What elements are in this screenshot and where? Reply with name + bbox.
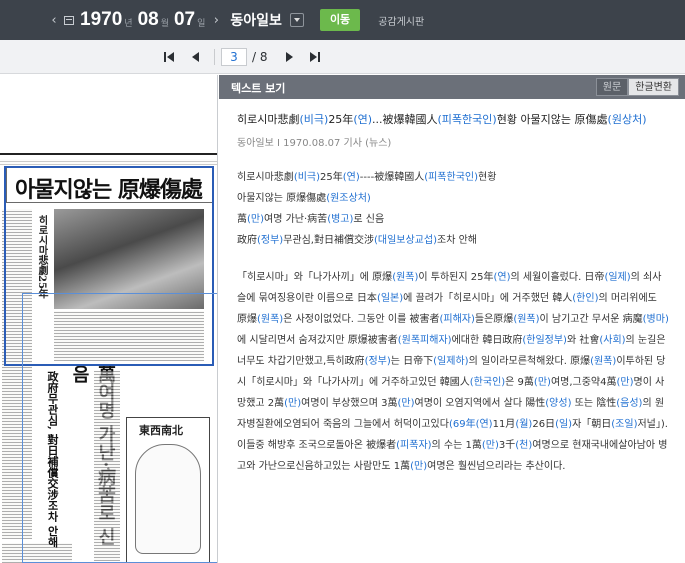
total-pages: / 8 [252,50,268,64]
hangul-reading: (사회) [599,335,626,346]
hangul-reading: (비극) [293,172,321,183]
hangul-reading: (피폭자) [396,440,432,451]
current-page-input[interactable]: 3 [221,48,247,66]
hangul-reading: (양성) [545,398,572,409]
hangul-reading: (대일보상교섭) [373,235,437,246]
first-page-icon[interactable] [162,50,176,64]
chevron-down-icon[interactable] [289,13,304,27]
hangul-reading: (일제하) [433,356,469,367]
month-unit: 월 [160,18,169,29]
hangul-reading: (병마) [642,314,669,325]
summary-line: 히로시마悲劇(비극)25年(연)----被爆韓國人(피폭한국인)현황 [237,172,497,183]
newspaper-image-viewer[interactable]: 아물지않는 原爆傷處 히로시마悲劇25年 萬여명 가난·病苦로 신음 政府무관심… [0,75,218,563]
hangul-reading: (원상처) [607,113,647,126]
day-value[interactable]: 07 [174,9,195,31]
article-body: 「히로시마」와「나가사끼」에 原爆(원폭)이 투하된지 25年(연)의 세월이흘… [237,272,669,472]
hangul-reading: (피해자) [439,314,475,325]
day-unit: 일 [197,18,206,29]
newspaper-select[interactable]: 동아일보 [230,10,282,30]
hangul-reading: (만) [284,398,302,409]
hangul-reading: (연) [342,172,360,183]
next-page-icon[interactable] [282,50,296,64]
hangul-reading: (한인) [572,293,599,304]
year-value[interactable]: 1970 [80,9,122,31]
date-navigation-bar: ‹ 1970 년 08 월 07 일 › 동아일보 이동 공감게시판 [0,0,685,40]
original-text-button[interactable]: 원문 [595,78,629,96]
page-navigation-bar: 3 / 8 [0,40,685,74]
move-button[interactable]: 이동 [319,9,361,31]
hangul-reading: (만) [397,398,415,409]
article-summary: 히로시마悲劇(비극)25年(연)----被爆韓國人(피폭한국인)현황아물지않는 … [237,167,669,251]
hangul-conversion-button[interactable]: 한글변환 [628,78,679,96]
hangul-reading: (한일정부) [522,335,567,346]
summary-line: 萬(만)여명 가난·病苦(병고)로 신음 [237,214,385,225]
hangul-reading: (원폭) [590,356,617,367]
hangul-reading: (일) [555,419,573,430]
hangul-reading: (만) [616,377,634,388]
hangul-reading: (원폭) [257,314,284,325]
month-value[interactable]: 08 [138,9,159,31]
last-page-icon[interactable] [308,50,322,64]
hangul-reading: (만) [481,440,499,451]
hangul-reading: (만) [533,377,551,388]
page-top-rule [0,153,217,155]
hangul-reading: (비극) [299,113,329,126]
separator [214,49,215,65]
text-view-header: 텍스트 보기 원문 한글변환 [219,75,685,99]
hangul-reading: (피폭한국인) [437,113,497,126]
next-date-arrow-icon[interactable]: › [210,13,222,28]
hangul-reading: (한국인) [469,377,506,388]
hangul-reading: (음성) [616,398,643,409]
hangul-reading: (원폭) [513,314,540,325]
hangul-reading: (일제) [604,272,631,283]
hangul-reading: (정부) [364,356,391,367]
hangul-reading: (원조상처) [326,193,371,204]
summary-line: 아물지않는 原爆傷處(원조상처) [237,193,371,204]
hangul-reading: (정부) [257,235,284,246]
summary-line: 政府(정부)무관심,對日補償交涉(대일보상교섭)조차 안해 [237,235,477,246]
hangul-reading: (월) [515,419,533,430]
hangul-reading: (천) [515,440,533,451]
hangul-reading: (피폭한국인) [424,172,479,183]
year-unit: 년 [124,18,133,29]
hangul-reading: (일본) [376,293,404,304]
hangul-reading: (69年(연) [448,419,493,430]
text-view-panel: 텍스트 보기 원문 한글변환 히로시마悲劇(비극)25年(연)...被爆韓國人(… [219,75,685,563]
hangul-reading: (연) [353,113,373,126]
calendar-icon[interactable] [64,15,74,25]
masthead-strip [0,159,217,165]
hangul-reading: (연) [493,272,511,283]
hangul-reading: (원폭피해자) [397,335,452,346]
hangul-reading: (만) [410,461,428,472]
hangul-reading: (조일) [611,419,638,430]
article-meta: 동아일보 I 1970.08.07 기사 (뉴스) [237,138,392,149]
view-mode-toggle: 원문 한글변환 [595,78,679,96]
prev-date-arrow-icon[interactable]: ‹ [48,13,60,28]
article-region-outline[interactable] [22,293,217,563]
article-content: 히로시마悲劇(비극)25年(연)...被爆韓國人(피폭한국인)현황 아물지않는 … [219,99,685,477]
hangul-reading: (원폭) [392,272,419,283]
article-title: 히로시마悲劇(비극)25年(연)...被爆韓國人(피폭한국인)현황 아물지않는 … [237,113,647,126]
hangul-reading: (병고) [327,214,354,225]
panel-title: 텍스트 보기 [231,82,286,95]
prev-page-icon[interactable] [188,50,202,64]
board-link[interactable]: 공감게시판 [378,13,424,28]
hangul-reading: (만) [247,214,265,225]
